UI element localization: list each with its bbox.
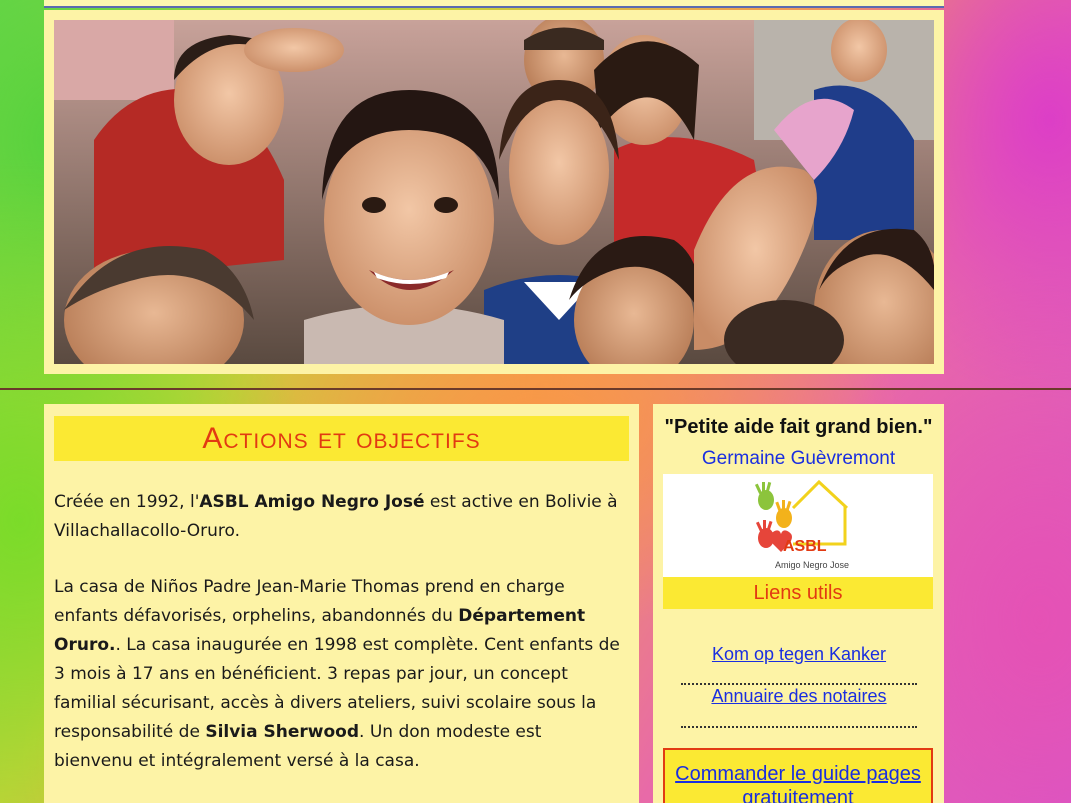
organization-name: ASBL Amigo Negro José (199, 492, 425, 512)
quote-author: Germaine Guèvremont (701, 448, 896, 469)
children-photo-image (54, 20, 934, 364)
logo-subtext: Amigo Negro Jose (775, 560, 850, 570)
section-title: Actions et objectifs (54, 416, 629, 461)
asbl-logo[interactable]: ASBL Amigo Negro Jose (663, 474, 933, 577)
link-separator (681, 683, 917, 685)
top-bar (44, 0, 944, 8)
link-annuaire-des-notaires[interactable]: Annuaire des notaires (681, 686, 917, 707)
section-divider (0, 388, 1071, 390)
main-content-panel: Actions et objectifs Créée en 1992, l'AS… (44, 404, 639, 803)
order-guide-link[interactable]: Commander le guide pages gratuitement (665, 762, 931, 803)
useful-links-title: Liens utils (663, 577, 933, 609)
intro-paragraph: Créée en 1992, l'ASBL Amigo Negro José e… (54, 488, 624, 546)
description-paragraph: La casa de Niños Padre Jean-Marie Thomas… (54, 573, 624, 776)
sidebar-panel: "Petite aide fait grand bien." Germaine … (653, 404, 944, 803)
person-name: Silvia Sherwood (205, 722, 360, 742)
link-kom-op-tegen-kanker[interactable]: Kom op tegen Kanker (681, 644, 917, 665)
order-guide-box: Commander le guide pages gratuitement (663, 748, 933, 803)
link-separator (681, 726, 917, 728)
hero-photo (54, 20, 934, 364)
quote-text: "Petite aide fait grand bien." (664, 416, 933, 438)
hero-banner (44, 10, 944, 374)
logo-text: ASBL (783, 538, 827, 555)
text-run: Créée en 1992, l' (54, 492, 200, 512)
